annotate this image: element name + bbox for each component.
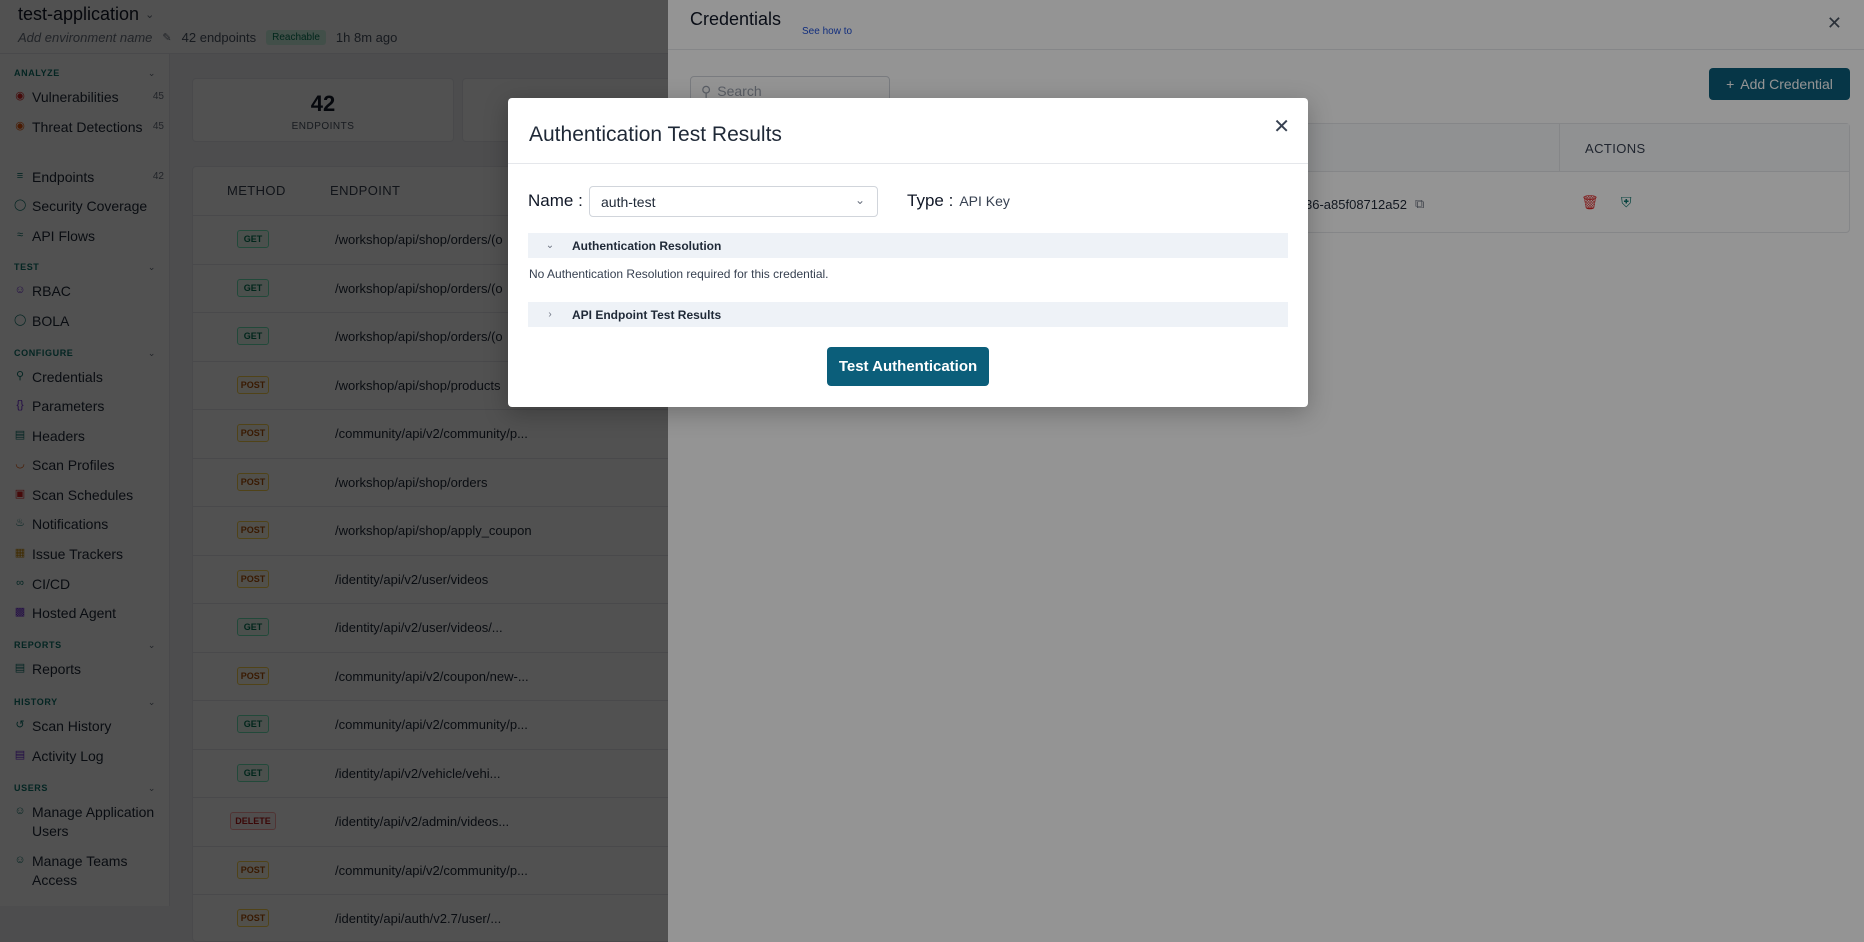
- chevron-right-icon: ›: [548, 309, 552, 320]
- modal-title: Authentication Test Results: [529, 123, 782, 146]
- type-label: Type :: [907, 191, 954, 210]
- credential-name-select[interactable]: auth-test ⌄: [589, 186, 878, 217]
- accordion-body-text: No Authentication Resolution required fo…: [529, 267, 829, 281]
- type-field: Type : API Key: [907, 191, 1010, 211]
- accordion-api-endpoint-test-results[interactable]: › API Endpoint Test Results: [528, 302, 1288, 327]
- chevron-down-icon: ⌄: [854, 193, 865, 207]
- accordion-authentication-resolution[interactable]: ⌄ Authentication Resolution: [528, 233, 1288, 258]
- divider: [508, 163, 1308, 164]
- type-value: API Key: [959, 193, 1010, 209]
- auth-test-results-modal: Authentication Test Results ✕ Name : aut…: [508, 98, 1308, 407]
- selected-value: auth-test: [601, 193, 656, 210]
- chevron-down-icon: ⌄: [545, 240, 555, 251]
- name-label: Name :: [528, 191, 583, 210]
- test-authentication-button[interactable]: Test Authentication: [827, 347, 989, 386]
- close-icon[interactable]: ✕: [1273, 114, 1290, 139]
